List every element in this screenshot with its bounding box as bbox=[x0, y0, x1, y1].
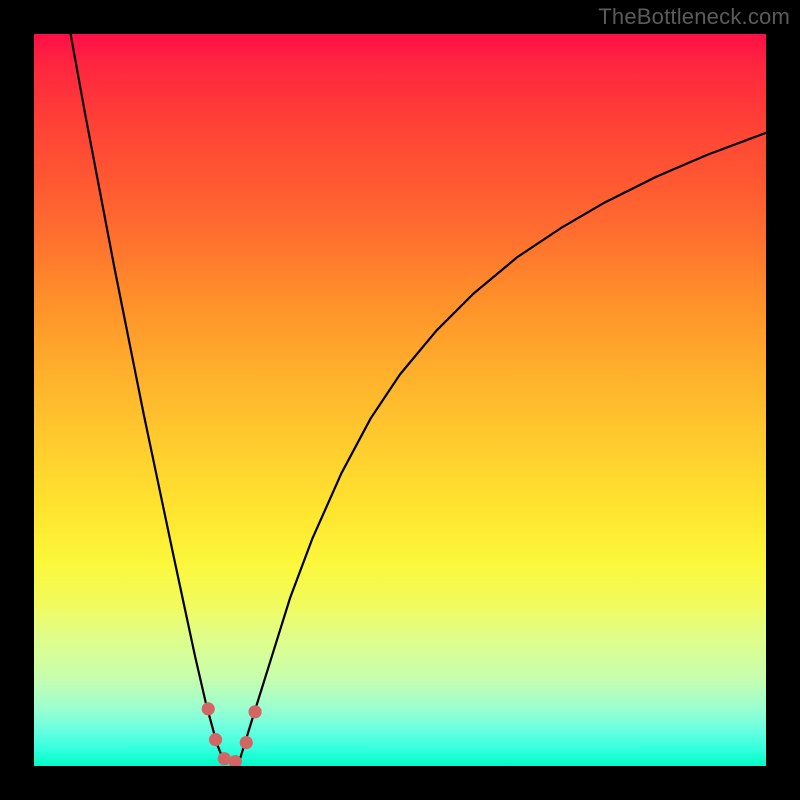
curve-left-branch bbox=[71, 34, 225, 762]
plot-area bbox=[34, 34, 766, 766]
chart-frame: TheBottleneck.com bbox=[0, 0, 800, 800]
marker-dot bbox=[240, 736, 253, 749]
marker-dot bbox=[209, 733, 222, 746]
marker-group bbox=[202, 702, 262, 766]
curve-right-branch bbox=[239, 133, 766, 763]
curve-layer bbox=[34, 34, 766, 766]
watermark-text: TheBottleneck.com bbox=[598, 4, 790, 30]
marker-dot bbox=[248, 705, 261, 718]
marker-dot bbox=[202, 702, 215, 715]
